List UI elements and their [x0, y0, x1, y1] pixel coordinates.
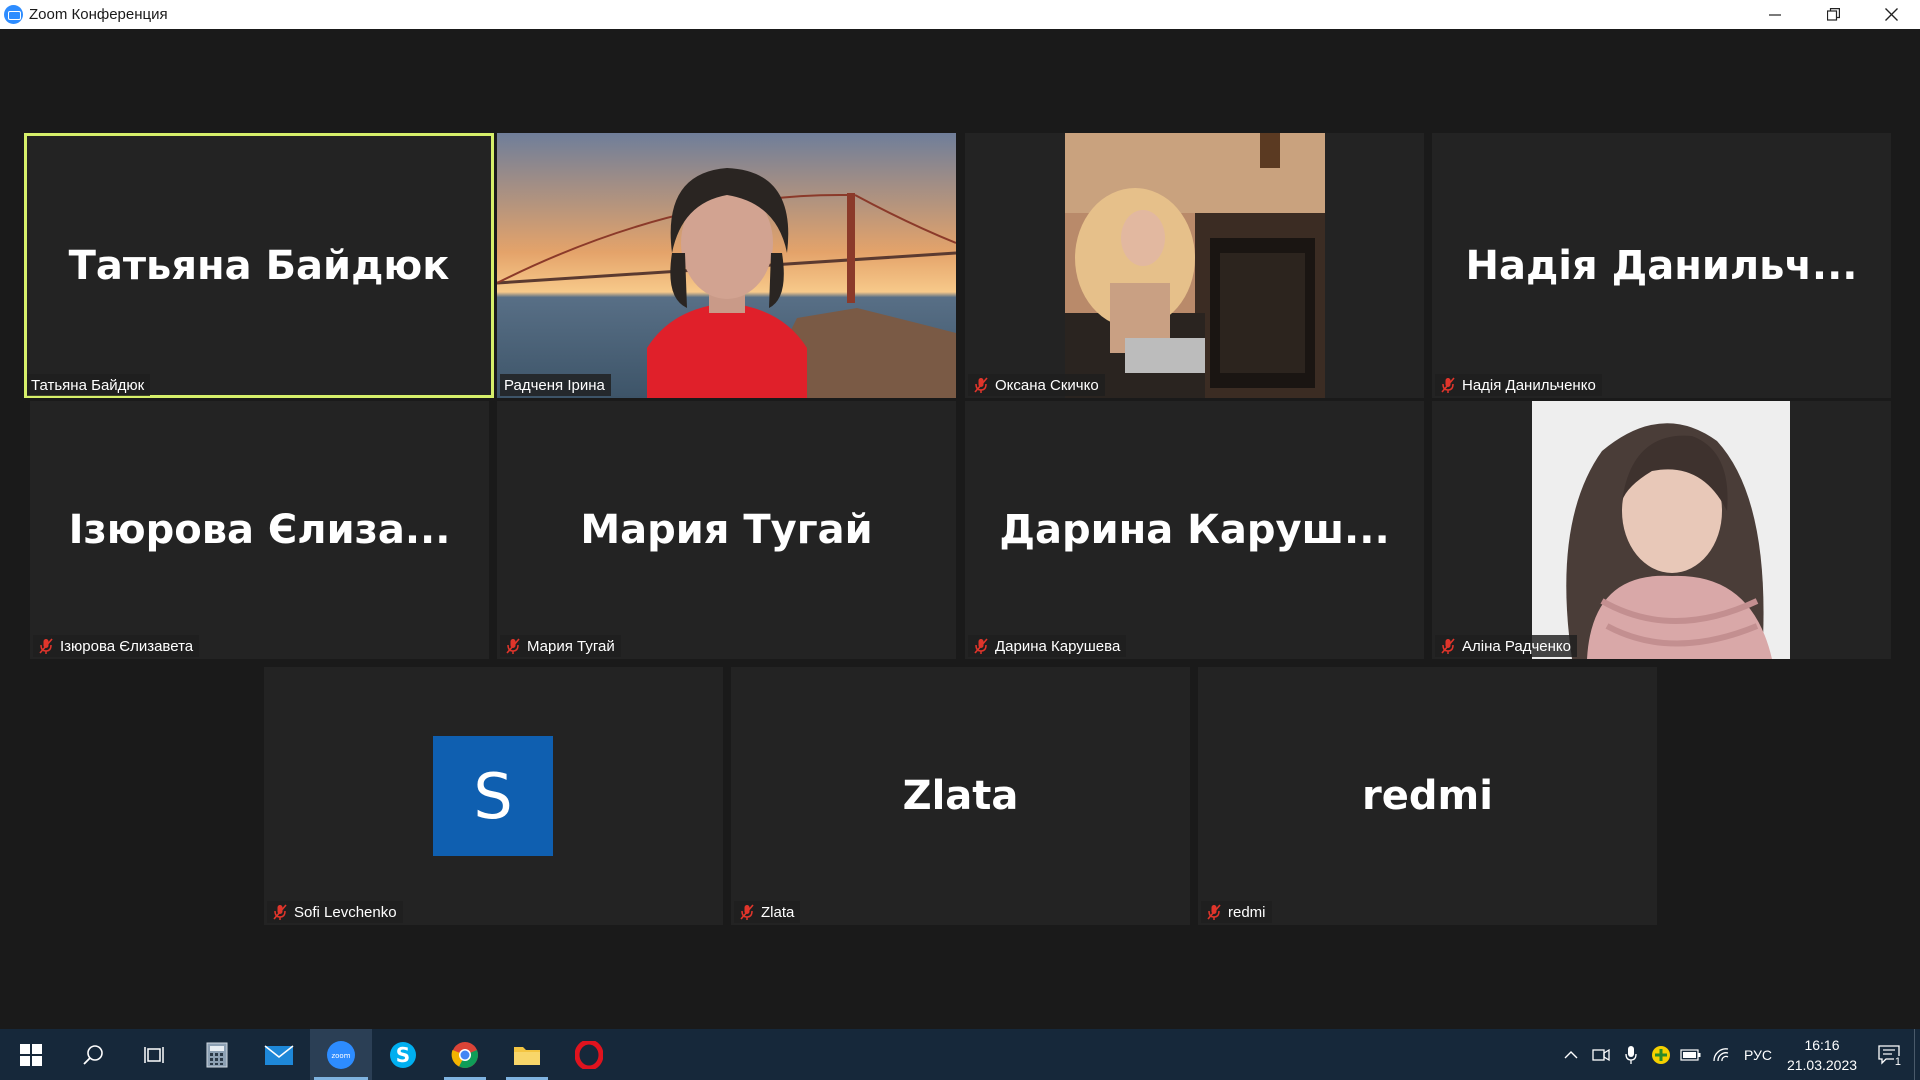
battery-tray-button[interactable] [1676, 1029, 1706, 1080]
security-tray-button[interactable] [1646, 1029, 1676, 1080]
participant-tile[interactable]: Дарина Каруш... Дарина Карушева [965, 401, 1424, 659]
skype-button[interactable]: S [372, 1029, 434, 1080]
opera-button[interactable] [558, 1029, 620, 1080]
participant-name-label: Мария Тугай [500, 635, 621, 657]
start-icon [20, 1043, 42, 1066]
mail-icon [264, 1044, 294, 1065]
participant-name-label: Надія Данильченко [1435, 374, 1602, 396]
microphone-muted-icon [974, 638, 988, 654]
network-tray-button[interactable] [1706, 1029, 1736, 1080]
mail-button[interactable] [248, 1029, 310, 1080]
file-explorer-icon [514, 1046, 540, 1065]
chrome-button[interactable] [434, 1029, 496, 1080]
start-button[interactable] [0, 1029, 62, 1080]
clock[interactable]: 16:16 21.03.2023 [1780, 1035, 1864, 1075]
participant-name-label: Аліна Радченко [1435, 635, 1577, 657]
calculator-icon [206, 1042, 228, 1067]
participant-name-label: redmi [1201, 901, 1272, 923]
window-controls [1746, 0, 1920, 29]
clock-time: 16:16 [1804, 1036, 1840, 1053]
participant-display-name: Татьяна Байдюк [68, 242, 450, 289]
participant-tile[interactable]: Мария Тугай Мария Тугай [497, 401, 956, 659]
participant-display-name: Дарина Каруш... [999, 507, 1390, 553]
calculator-button[interactable] [186, 1029, 248, 1080]
battery-icon [1680, 1048, 1701, 1061]
skype-icon: S [390, 1041, 416, 1068]
participant-tile[interactable]: Zlata Zlata [731, 667, 1190, 925]
participant-tile[interactable]: Татьяна Байдюк Татьяна Байдюк [24, 133, 494, 398]
participant-display-name: redmi [1362, 773, 1493, 819]
restore-button[interactable] [1804, 0, 1862, 29]
participant-avatar: S [433, 736, 553, 856]
zoom-taskbar-button[interactable]: zoom [310, 1029, 372, 1080]
participant-display-name: Ізюрова Єлиза... [68, 507, 451, 553]
minimize-button[interactable] [1746, 0, 1804, 29]
participant-name-label: Оксана Скичко [968, 374, 1105, 396]
participant-tile[interactable]: Надія Данильч... Надія Данильченко [1432, 133, 1891, 398]
shield-plus-icon [1651, 1045, 1670, 1064]
microphone-muted-icon [1207, 904, 1221, 920]
microphone-icon [1625, 1045, 1637, 1064]
task-view-button[interactable] [124, 1029, 186, 1080]
participant-video [1532, 401, 1790, 659]
participant-name-label: Sofi Levchenko [267, 901, 403, 923]
gallery-view: Татьяна Байдюк Татьяна Байдюк Радченя Ір… [0, 29, 1920, 1029]
participant-name-label: Zlata [734, 901, 801, 923]
microphone-muted-icon [1441, 638, 1455, 654]
participant-display-name: Мария Тугай [580, 507, 873, 553]
participant-video [497, 133, 956, 398]
camera-tray-button[interactable] [1586, 1029, 1616, 1080]
notification-count: 1 [1893, 1056, 1902, 1068]
participant-video [1065, 133, 1325, 398]
participant-name-label: Ізюрова Єлизавета [33, 635, 200, 657]
zoom-logo-icon [4, 5, 23, 24]
microphone-muted-icon [974, 377, 988, 393]
show-hidden-icons-button[interactable] [1556, 1029, 1586, 1080]
action-center-button[interactable]: 1 [1864, 1029, 1914, 1080]
participant-name-label: Татьяна Байдюк [27, 374, 151, 396]
system-tray: РУС 16:16 21.03.2023 1 [1556, 1029, 1920, 1080]
microphone-muted-icon [273, 904, 287, 920]
task-view-icon [144, 1046, 164, 1063]
svg-text:S: S [396, 1043, 410, 1067]
search-button[interactable] [62, 1029, 124, 1080]
show-desktop-button[interactable] [1914, 1029, 1920, 1080]
title-bar: Zoom Конференция [0, 0, 1920, 29]
microphone-muted-icon [740, 904, 754, 920]
participant-name-label: Радченя Ірина [500, 374, 611, 396]
zoom-icon: zoom [327, 1040, 355, 1069]
close-icon [1884, 8, 1898, 21]
file-explorer-button[interactable] [496, 1029, 558, 1080]
restore-icon [1826, 8, 1840, 21]
clock-date: 21.03.2023 [1786, 1056, 1858, 1073]
microphone-muted-icon [39, 638, 53, 654]
minimize-icon [1769, 13, 1781, 16]
chrome-icon [451, 1041, 478, 1068]
participant-display-name: Zlata [902, 773, 1019, 819]
close-button[interactable] [1862, 0, 1920, 29]
participant-tile[interactable]: S Sofi Levchenko [264, 667, 723, 925]
participant-tile[interactable]: redmi redmi [1198, 667, 1657, 925]
participant-tile[interactable]: Радченя Ірина [497, 133, 956, 398]
microphone-tray-button[interactable] [1616, 1029, 1646, 1080]
participant-display-name: Надія Данильч... [1465, 242, 1858, 289]
participant-name-label: Дарина Карушева [968, 635, 1127, 657]
input-language-indicator[interactable]: РУС [1736, 1047, 1780, 1063]
participant-tile[interactable]: Аліна Радченко [1432, 401, 1891, 659]
wifi-icon [1713, 1047, 1729, 1061]
microphone-muted-icon [1441, 377, 1455, 393]
camera-icon [1592, 1048, 1610, 1061]
participant-tile[interactable]: Оксана Скичко [965, 133, 1424, 398]
participant-tile[interactable]: Ізюрова Єлиза... Ізюрова Єлизавета [30, 401, 489, 659]
svg-text:zoom: zoom [331, 1052, 350, 1060]
microphone-muted-icon [506, 638, 520, 654]
opera-icon [575, 1040, 603, 1069]
taskbar: zoom S РУС 16:16 21.03.2023 1 [0, 1029, 1920, 1080]
window-title: Zoom Конференция [29, 6, 168, 23]
search-icon [83, 1044, 103, 1065]
chevron-up-icon [1564, 1050, 1578, 1058]
